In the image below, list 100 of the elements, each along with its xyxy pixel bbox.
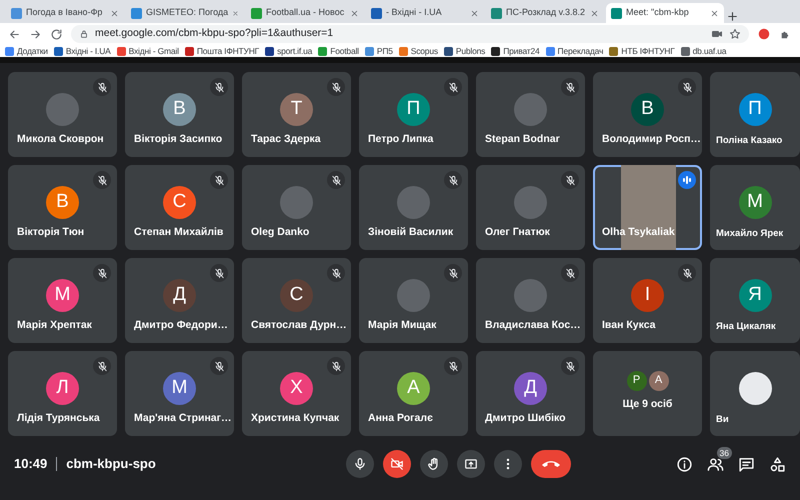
camera-button[interactable] [383,450,412,478]
participant-name: Лідія Турянська [17,411,100,426]
bookmark-link[interactable]: НТБ ІФНТУНГ [609,44,675,58]
activities-icon[interactable] [769,456,786,472]
bookmark-link[interactable]: db.uaf.ua [680,44,726,58]
browser-tab[interactable]: ПС-Розклад v.3.8.2 [486,3,604,23]
avatar-circle: Р [626,370,646,391]
browser-tab[interactable]: Погода в Івано-Фр [6,3,124,23]
participant-name: Oleg Danko [251,225,310,240]
avatar-circle: Я [738,279,772,312]
participant-name: Поліна Казако [716,134,782,148]
browser-tab[interactable]: Meet: "cbm-kbp [606,3,724,23]
avatar-circle: Т [280,93,313,126]
participant-name: Ви [716,412,729,427]
forward-icon[interactable] [29,28,42,40]
avatar-circle: А [648,370,668,391]
avatar-circle: М [738,186,772,219]
browser-tab[interactable]: - Вхідні - I.UA [366,3,484,23]
bookmark-link[interactable]: Приват24 [491,44,540,58]
participant-name: Іван Кукса [602,318,656,334]
star-icon[interactable] [729,28,741,40]
participant-name: Владислава Кос… [485,318,581,334]
bookmark-link[interactable]: Пошта ІФНТУНГ [184,44,260,58]
browser-tab[interactable]: Football.ua - Новос [246,3,364,23]
back-icon[interactable] [8,28,21,40]
close-icon[interactable] [710,8,719,18]
avatar-circle: С [280,279,313,312]
bookmark-link[interactable]: Publons [444,44,486,58]
bookmark-link[interactable]: Scopus [398,44,438,58]
bookmark-link[interactable]: Вхідні - I.UA [54,44,111,58]
avatar-circle: Х [280,372,313,405]
close-icon[interactable] [470,8,479,18]
more-participants-label[interactable]: Ще 9 осіб [622,396,672,412]
lock-icon [79,29,89,39]
microphone-button[interactable] [346,450,374,478]
people-button[interactable] [707,456,724,472]
close-icon[interactable] [232,8,239,18]
new-tab-icon[interactable] [726,10,739,23]
bookmark-link[interactable]: Додатки [5,44,48,58]
present-button[interactable] [457,450,486,478]
leave-call-button[interactable] [531,450,572,478]
photo-placeholder [514,93,547,126]
avatar-circle: П [738,93,772,126]
participant-name: Дмитро Шибіко [485,411,566,426]
browser-tab[interactable]: GISMETEO: Погода [126,3,244,23]
bookmark-link[interactable]: Перекладач [546,44,604,58]
participant-name: Зіновій Василик [368,225,454,240]
meeting-time: 10:49 [14,455,48,474]
avatar-circle: Д [163,279,196,312]
bookmark-link[interactable]: Football [318,44,359,58]
participant-name: Яна Цикаляк [716,320,776,334]
participant-name: Петро Липка [368,132,434,148]
photo-placeholder [514,186,547,219]
avatar-circle: І [631,279,664,312]
participant-name: Микола Сковрон [17,132,104,148]
avatar-circle: В [163,93,196,126]
chat-icon[interactable] [738,456,755,472]
photo-placeholder [280,186,313,219]
participant-name: Христина Купчак [251,411,340,426]
extension-icon[interactable] [757,27,771,41]
participant-name: Святослав Дурн… [251,318,347,334]
participant-name: Вікторія Тюн [17,225,84,240]
close-icon[interactable] [110,8,119,18]
participant-name: Olha Tsykaliak [602,225,675,240]
microphone-icon [353,457,368,471]
photo-placeholder [514,279,547,312]
bookmark-link[interactable]: Вхідні - Gmail [116,44,179,58]
phone-icon [542,460,560,468]
avatar-circle: М [163,372,196,405]
participant-name: Степан Михайлів [134,225,224,240]
avatar-circle: Л [46,372,79,405]
bookmark-link[interactable]: РП5 [364,44,393,58]
avatar-circle: В [631,93,664,126]
photo-placeholder [738,372,772,405]
participant-name: Анна Рогалє [368,411,433,426]
participant-name: Володимир Росп… [602,132,701,148]
raise-hand-button[interactable] [420,450,448,478]
close-icon[interactable] [350,8,359,18]
avatar-circle: В [46,186,79,219]
camera-icon[interactable] [711,28,723,40]
people-icon [707,456,724,472]
participant-name: Олег Гнатюк [485,225,550,240]
reload-icon[interactable] [50,28,63,40]
camera-off-icon [390,457,404,471]
participant-name: Дмитро Федори… [134,318,228,334]
participant-name: Михайло Ярек [716,226,784,241]
photo-placeholder [46,93,79,126]
participant-name: Марія Хрептак [17,318,92,334]
avatar-circle: Д [514,372,547,405]
info-icon[interactable] [676,456,693,472]
address-bar[interactable]: meet.google.com/cbm-kbpu-spo?pli=1&authuser=1 [71,25,749,43]
participant-name: Мар'яна Стринаг… [134,411,232,426]
meeting-code: cbm-kbpu-spo [66,455,157,474]
close-icon[interactable] [590,8,599,18]
avatar-circle: М [46,279,79,312]
bookmark-link[interactable]: sport.if.ua [265,44,312,58]
participant-name: Марія Мищак [368,318,436,334]
avatar-circle: А [397,372,430,405]
participant-count-badge: 36 [716,446,732,460]
avatar-circle: П [397,93,430,126]
